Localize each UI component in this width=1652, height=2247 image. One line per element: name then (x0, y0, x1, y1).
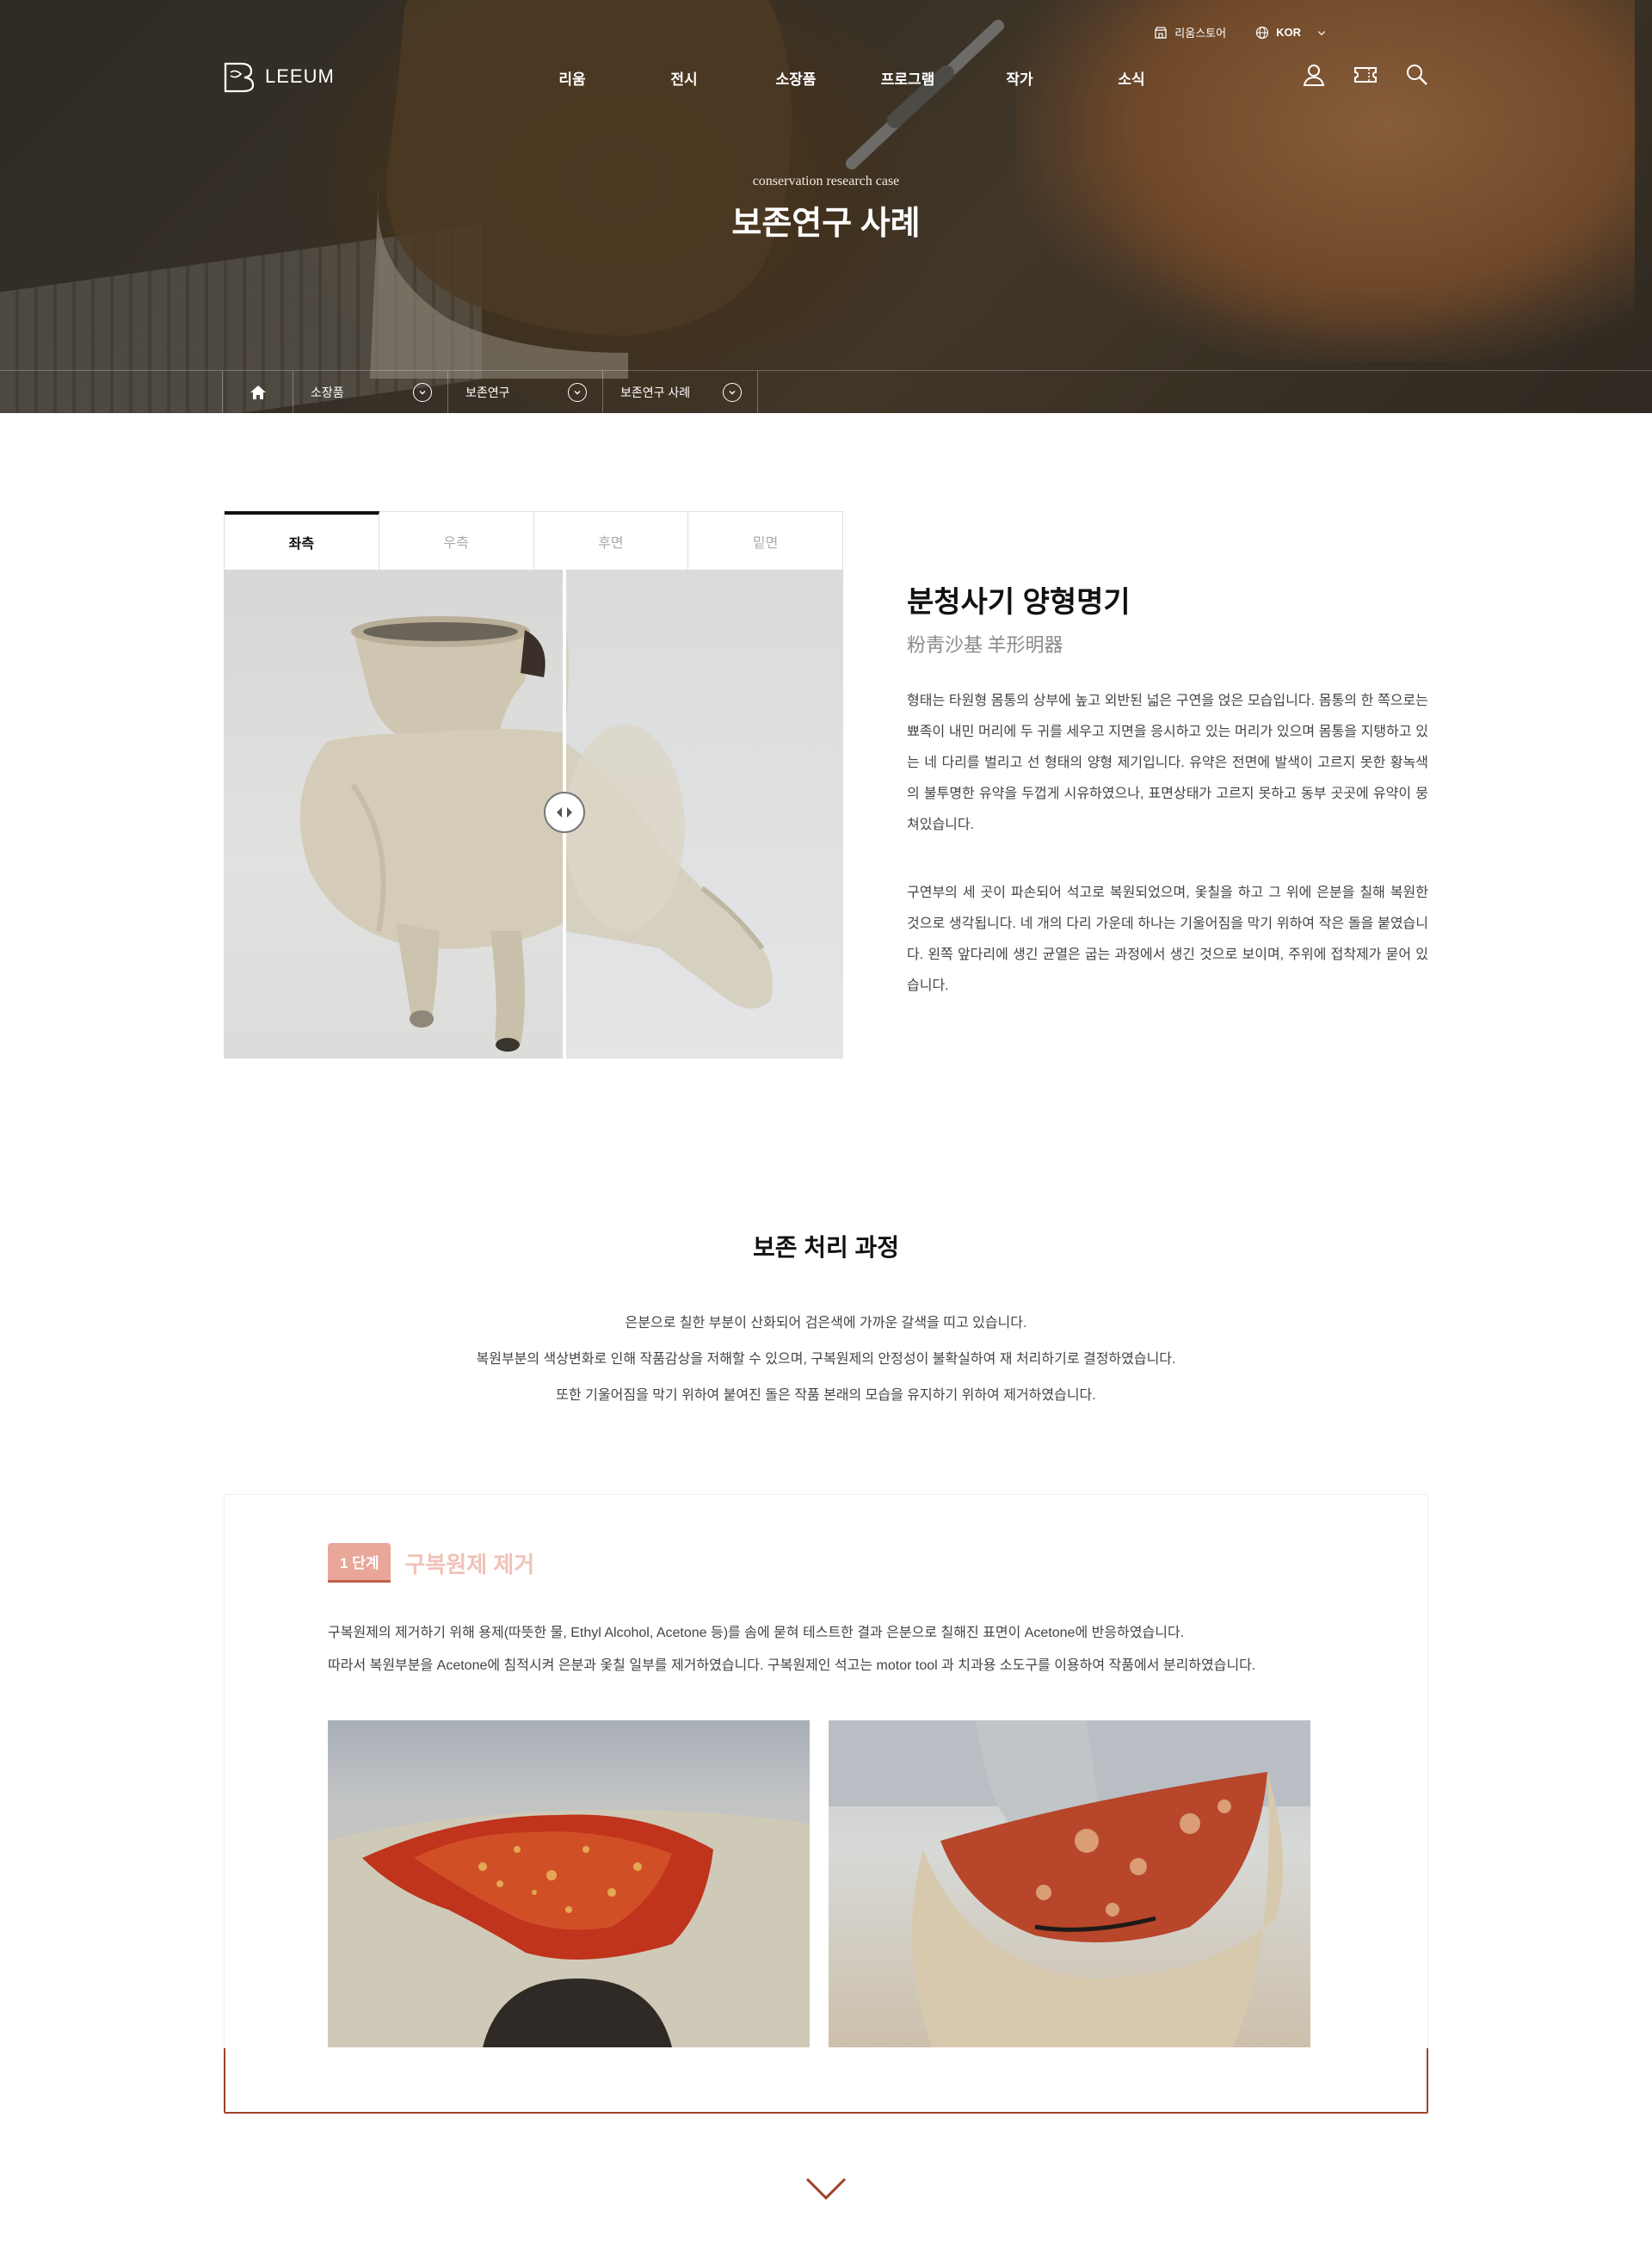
home-button[interactable] (223, 371, 293, 413)
language-label: KOR (1276, 26, 1301, 39)
nav-item-news[interactable]: 소식 (1076, 67, 1187, 89)
site-logo[interactable]: LEEUM (222, 60, 335, 93)
nav-item-program[interactable]: 프로그램 (852, 67, 964, 89)
before-image (224, 570, 564, 1059)
chevron-down-icon (413, 382, 432, 402)
chevron-down-icon (568, 382, 587, 402)
language-selector[interactable]: KOR (1255, 26, 1327, 40)
step-photo (829, 1720, 1310, 2047)
globe-icon (1256, 26, 1269, 39)
process-step-card: 1 단계 구복원제 제거 구복원제의 제거하기 위해 용제(따뜻한 물, Eth… (224, 1494, 1428, 2114)
process-intro-line: 또한 기울어짐을 막기 위하여 붙여진 돌은 작품 본래의 모습을 유지하기 위… (556, 1388, 1096, 1403)
nav-item-leeum[interactable]: 리움 (516, 67, 628, 89)
before-after-slider[interactable] (224, 570, 843, 1059)
store-icon (1155, 26, 1167, 39)
drag-arrows-icon (557, 807, 572, 818)
step-description: 따라서 복원부분을 Acetone에 침적시켜 은분과 옻칠 일부를 제거하였습… (328, 1658, 1256, 1673)
breadcrumb-item-collection[interactable]: 소장품 (293, 371, 448, 413)
nav-item-collection[interactable]: 소장품 (740, 67, 852, 89)
artwork-description: 구연부의 세 곳이 파손되어 석고로 복원되었으며, 옻칠을 하고 그 위에 은… (907, 886, 1428, 993)
home-icon (250, 385, 266, 399)
header-icons (1301, 62, 1430, 88)
view-tabs: 좌측 우측 후면 밑면 (224, 511, 843, 570)
nav-item-exhibition[interactable]: 전시 (628, 67, 740, 89)
section-title: 보존 처리 과정 (752, 1234, 900, 1261)
breadcrumb: 소장품 보존연구 보존연구 사례 (0, 370, 1652, 413)
card-accent-line (224, 2048, 225, 2112)
step-heading: 1 단계 구복원제 제거 (328, 1543, 534, 1583)
breadcrumb-item-conservation[interactable]: 보존연구 (448, 371, 603, 413)
step-badge: 1 단계 (328, 1543, 391, 1583)
utility-menu: 리움스토어 KOR (1154, 24, 1327, 40)
chevron-down-icon (1317, 30, 1326, 35)
artwork-hanja-title: 粉靑沙基 羊形明器 (907, 634, 1063, 656)
leeum-logo-icon (224, 62, 255, 93)
hero-banner: 리움스토어 KOR LEEUM 리움 전시 소장품 프로그램 작가 소식 con… (0, 0, 1652, 413)
chevron-down-icon (723, 382, 742, 402)
search-icon[interactable] (1404, 62, 1430, 88)
tab-back[interactable]: 후면 (534, 512, 689, 570)
store-label: 리움스토어 (1174, 27, 1227, 40)
breadcrumb-label: 보존연구 (465, 385, 510, 399)
logo-text: LEEUM (265, 65, 335, 87)
step-description: 구복원제의 제거하기 위해 용제(따뜻한 물, Ethyl Alcohol, A… (328, 1626, 1185, 1640)
tab-bottom[interactable]: 밑면 (688, 512, 842, 570)
hero-subtitle: conservation research case (752, 174, 900, 188)
breadcrumb-item-case[interactable]: 보존연구 사례 (603, 371, 758, 413)
scroll-down-icon[interactable] (804, 2176, 848, 2201)
page-title: 보존연구 사례 (731, 206, 921, 242)
nav-item-artist[interactable]: 작가 (964, 67, 1076, 89)
step-photo (328, 1720, 810, 2047)
breadcrumb-label: 보존연구 사례 (620, 385, 691, 399)
artwork-description: 형태는 타원형 몸통의 상부에 높고 외반된 넓은 구연을 얹은 모습입니다. … (907, 694, 1428, 832)
process-intro-line: 복원부분의 색상변화로 인해 작품감상을 저해할 수 있으며, 구복원제의 안정… (476, 1352, 1176, 1367)
card-accent-line (1427, 2048, 1428, 2112)
breadcrumb-label: 소장품 (311, 385, 344, 399)
step-name: 구복원제 제거 (404, 1551, 535, 1577)
ticket-icon[interactable] (1353, 62, 1378, 88)
tab-left[interactable]: 좌측 (225, 511, 379, 570)
after-image (564, 570, 843, 1059)
artwork-title: 분청사기 양형명기 (907, 586, 1131, 619)
tab-right[interactable]: 우측 (379, 512, 534, 570)
process-intro-line: 은분으로 칠한 부분이 산화되어 검은색에 가까운 갈색을 띠고 있습니다. (625, 1316, 1027, 1330)
slider-handle[interactable] (544, 792, 585, 833)
user-icon[interactable] (1301, 62, 1327, 88)
store-link[interactable]: 리움스토어 (1154, 24, 1226, 40)
main-navigation: 리움 전시 소장품 프로그램 작가 소식 (516, 67, 1187, 89)
